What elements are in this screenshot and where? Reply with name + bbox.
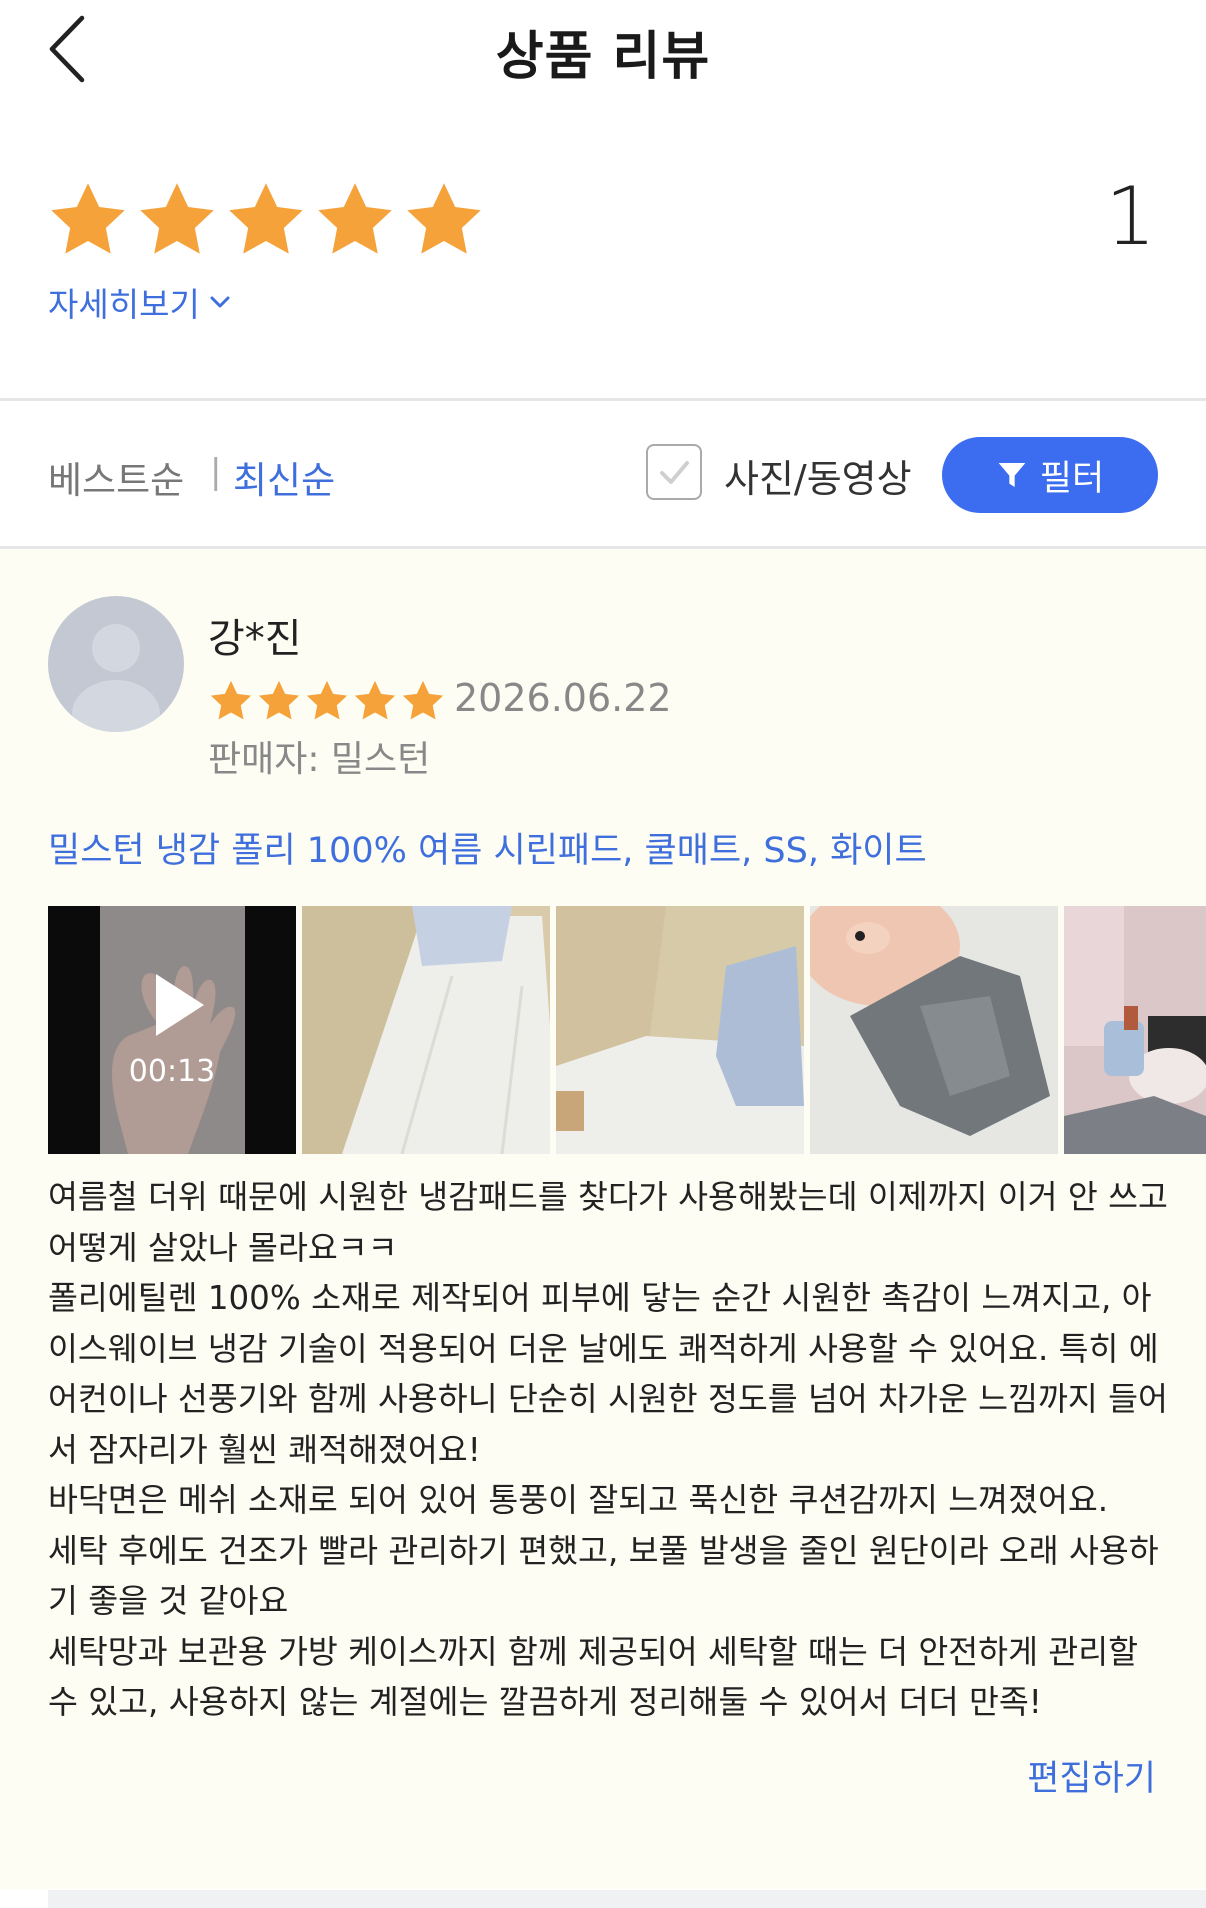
average-rating-stars <box>46 178 486 262</box>
star-icon <box>140 183 214 254</box>
product-option-link[interactable]: 밀스턴 냉감 폴리 100% 여름 시린패드, 쿨매트, SS, 화이트 <box>48 822 927 873</box>
star-icon <box>258 680 300 720</box>
review-photo-thumbnail[interactable] <box>556 906 804 1154</box>
photo-video-checkbox[interactable] <box>646 444 702 500</box>
star-icon <box>51 183 125 254</box>
star-icon <box>354 680 396 720</box>
avatar <box>48 596 184 732</box>
star-icon <box>402 680 444 720</box>
sort-separator: | <box>210 452 222 492</box>
review-photo-thumbnail[interactable] <box>302 906 550 1154</box>
details-toggle-label: 자세히보기 <box>48 285 200 324</box>
chevron-down-icon <box>210 296 230 308</box>
review-video-thumbnail[interactable]: 00:13 <box>48 906 296 1154</box>
sort-best-option[interactable]: 베스트순 <box>48 450 184 504</box>
divider <box>0 398 1206 401</box>
reviewer-name: 강*진 <box>208 616 302 662</box>
play-icon <box>156 974 204 1036</box>
page-title: 상품 리뷰 <box>495 27 711 87</box>
seller-name: 판매자: 밀스턴 <box>208 739 431 780</box>
star-icon <box>318 183 392 254</box>
review-body: 여름철 더위 때문에 시원한 냉감패드를 찾다가 사용해봤는데 이제까지 이거 … <box>48 1178 1168 1721</box>
bottom-edge <box>48 1890 1206 1908</box>
review-rating-stars <box>208 678 446 724</box>
photo-image <box>556 906 804 1154</box>
review-date: 2026.06.22 <box>454 676 672 720</box>
funnel-icon <box>998 463 1026 487</box>
star-icon <box>210 680 252 720</box>
star-icon <box>306 680 348 720</box>
user-silhouette-icon <box>72 624 160 732</box>
review-count: 1 <box>1105 170 1156 263</box>
details-toggle[interactable]: 자세히보기 <box>48 278 232 326</box>
check-icon <box>660 461 689 484</box>
photo-image <box>1064 906 1206 1154</box>
filter-button[interactable]: 필터 <box>942 437 1158 513</box>
edit-review-button[interactable]: 편집하기 <box>1027 1750 1156 1801</box>
photo-image <box>810 906 1058 1154</box>
sort-latest-option[interactable]: 최신순 <box>233 450 335 504</box>
video-duration: 00:13 <box>128 1054 216 1089</box>
review-photo-thumbnail[interactable] <box>810 906 1058 1154</box>
star-icon <box>229 183 303 254</box>
filter-button-label: 필터 <box>1039 458 1105 499</box>
star-icon <box>407 183 481 254</box>
photo-video-label: 사진/동영상 <box>724 457 912 501</box>
photo-image <box>302 906 550 1154</box>
review-photo-thumbnail[interactable] <box>1064 906 1206 1154</box>
